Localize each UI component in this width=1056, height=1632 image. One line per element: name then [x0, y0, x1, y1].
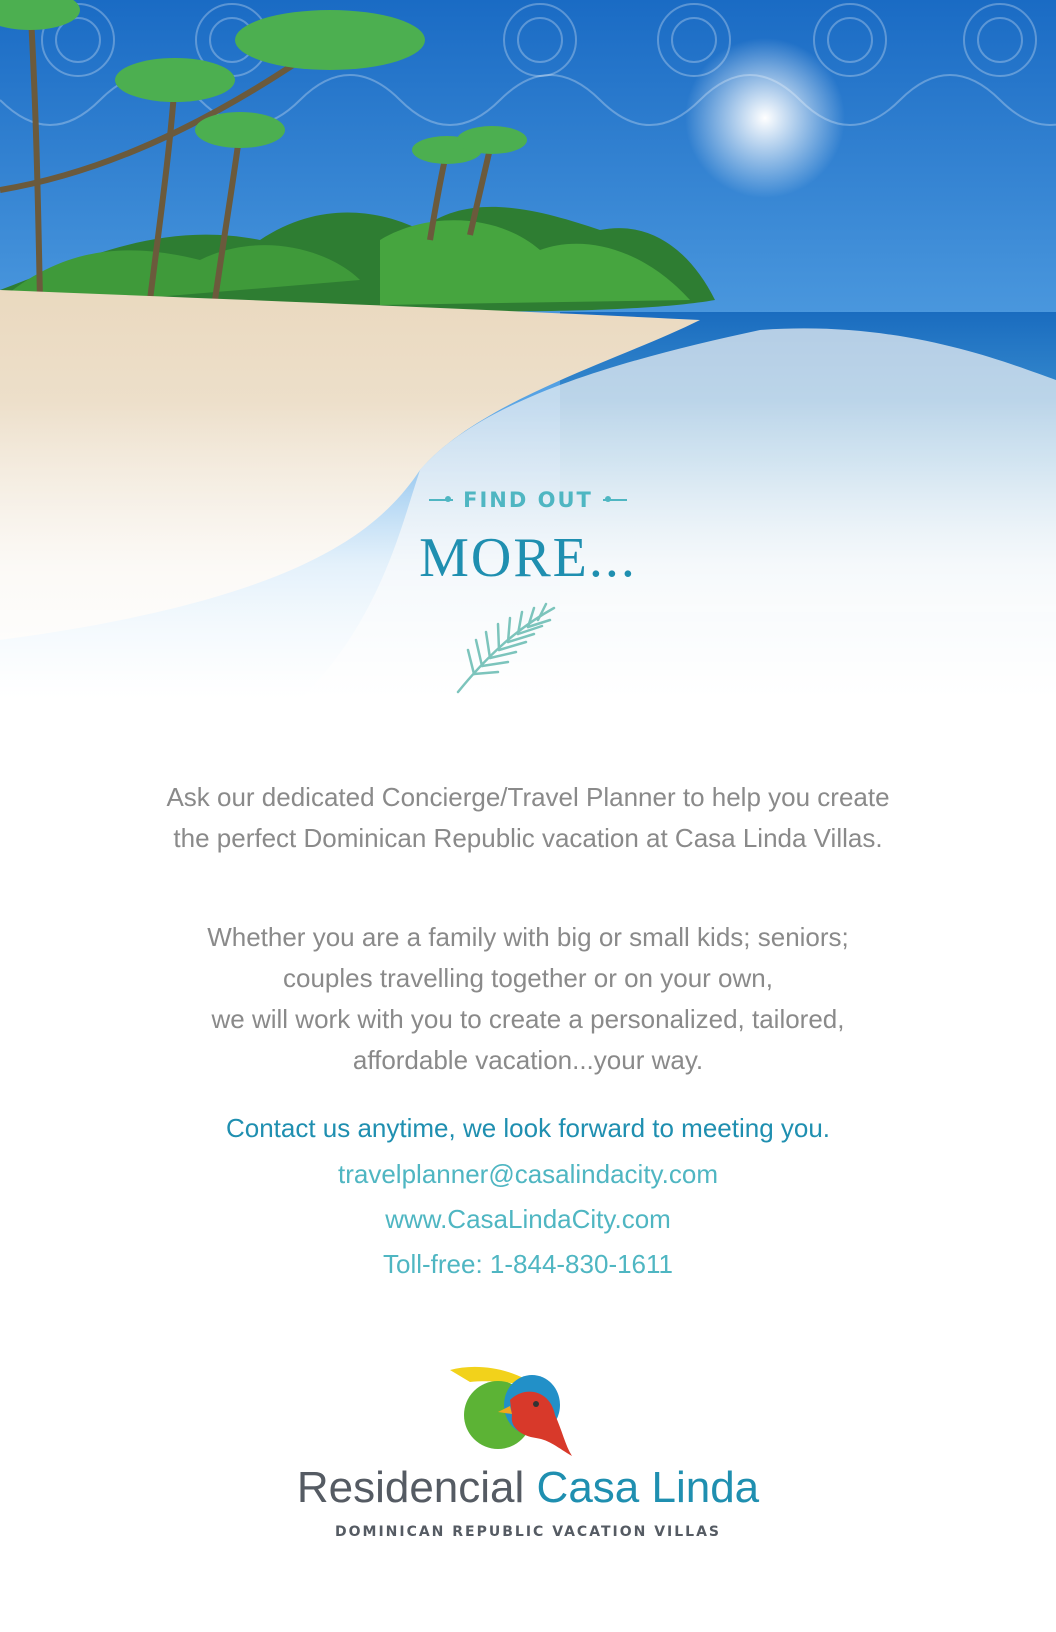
- bird-logo-icon: [440, 1360, 590, 1465]
- kicker-rule-left: [429, 496, 454, 502]
- audience-line: couples travelling together or on your o…: [283, 963, 773, 993]
- intro-line: Ask our dedicated Concierge/Travel Plann…: [166, 782, 890, 812]
- audience-line: we will work with you to create a person…: [211, 1004, 845, 1034]
- page-title: MORE...: [419, 527, 637, 589]
- brand-name-part1: Residencial: [296, 1463, 525, 1512]
- email-link[interactable]: travelplanner@casalindacity.com: [60, 1159, 996, 1190]
- brand-name-part2: Casa Linda: [536, 1463, 760, 1512]
- kicker-rule-right: [602, 496, 627, 502]
- intro-paragraph: Ask our dedicated Concierge/Travel Plann…: [60, 777, 996, 859]
- intro-line: the perfect Dominican Republic vacation …: [173, 823, 883, 853]
- contact-headline: Contact us anytime, we look forward to m…: [225, 1113, 831, 1143]
- brand-name: Residencial Casa Linda: [0, 1463, 1056, 1513]
- hero-image: [0, 0, 1056, 700]
- audience-line: Whether you are a family with big or sma…: [207, 922, 849, 952]
- audience-line: affordable vacation...your way.: [352, 1045, 704, 1075]
- palm-frond-icon: [454, 600, 564, 701]
- phone-number[interactable]: Toll-free: 1-844-830-1611: [60, 1249, 996, 1280]
- website-link[interactable]: www.CasaLindaCity.com: [60, 1204, 996, 1235]
- brand-tagline: DOMINICAN REPUBLIC VACATION VILLAS: [334, 1524, 721, 1540]
- kicker-text: FIND OUT: [463, 488, 593, 512]
- audience-paragraph: Whether you are a family with big or sma…: [60, 917, 996, 1081]
- kicker: FIND OUT: [429, 488, 627, 512]
- heading-block: FIND OUT MORE...: [0, 488, 1056, 590]
